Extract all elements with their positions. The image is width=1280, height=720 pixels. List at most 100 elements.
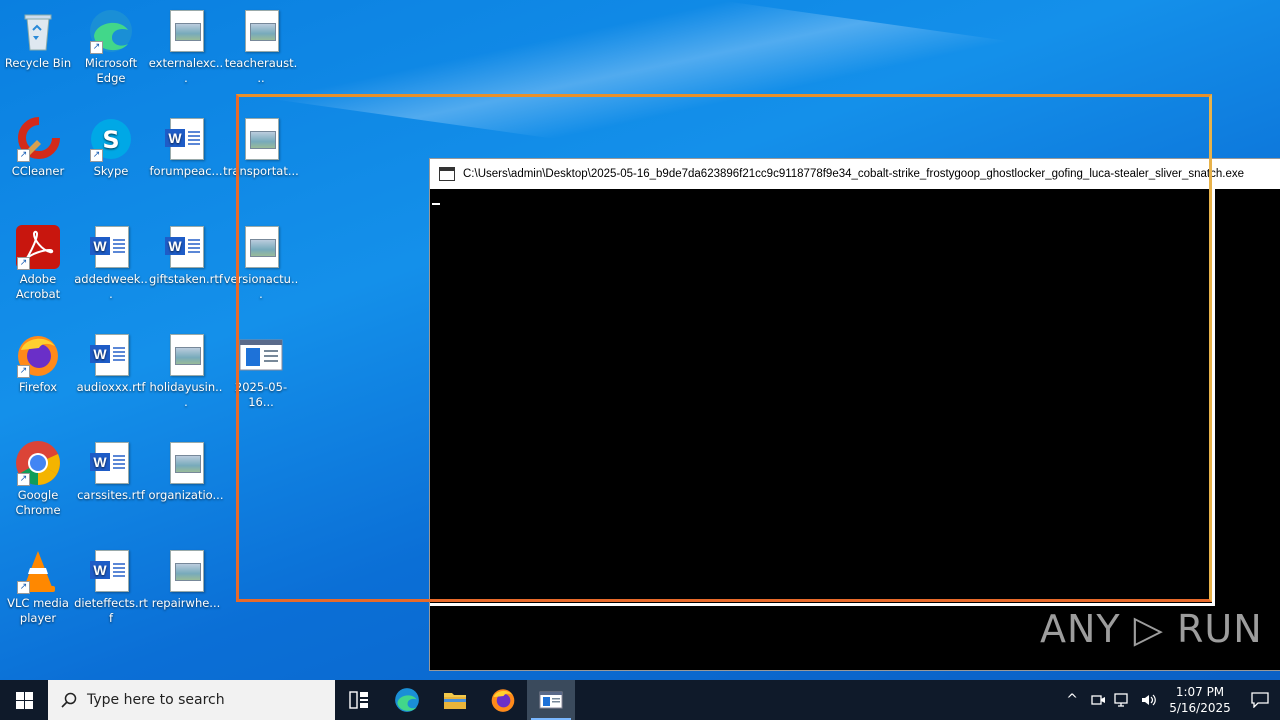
shortcut-arrow-icon: ↗	[90, 41, 103, 54]
start-button[interactable]	[0, 680, 48, 720]
image-doc-graphic	[163, 548, 209, 594]
image-file-icon[interactable]: transportat...	[223, 110, 299, 179]
console-inner-edge	[1212, 189, 1215, 606]
image-file-icon[interactable]: versionactu...	[223, 218, 299, 302]
icon-label: versionactu...	[223, 272, 299, 301]
shortcut-arrow-icon: ↗	[17, 581, 30, 594]
word-doc-graphic: W	[88, 332, 134, 378]
rtf-file-icon[interactable]: W addedweek...	[73, 218, 149, 302]
taskbar-firefox-button[interactable]	[479, 680, 527, 720]
shortcut-arrow-icon: ↗	[90, 149, 103, 162]
rtf-file-icon[interactable]: W giftstaken.rtf	[148, 218, 224, 287]
shortcut-arrow-icon: ↗	[17, 257, 30, 270]
word-doc-graphic: W	[88, 440, 134, 486]
task-view-icon	[349, 691, 368, 709]
taskbar-file-explorer-button[interactable]	[431, 680, 479, 720]
image-doc-graphic	[238, 8, 284, 54]
ccleaner-graphic: ↗	[15, 116, 61, 162]
recycle-bin-icon[interactable]: Recycle Bin	[0, 2, 76, 71]
icon-label: Recycle Bin	[4, 56, 72, 70]
rtf-file-icon[interactable]: W audioxxx.rtf	[73, 326, 149, 395]
image-doc-graphic	[163, 332, 209, 378]
skype-icon[interactable]: S ↗ Skype	[73, 110, 149, 179]
task-view-button[interactable]	[335, 680, 383, 720]
icon-label: forumpeac...	[149, 164, 223, 178]
image-file-icon[interactable]: teacheraust...	[223, 2, 299, 86]
taskbar-clock[interactable]: 1:07 PM 5/16/2025	[1168, 684, 1232, 716]
skype-graphic: S ↗	[88, 116, 134, 162]
meet-now-icon[interactable]	[1090, 692, 1106, 708]
anyrun-watermark: ANY ▷ RUN	[1040, 607, 1263, 651]
icon-label: CCleaner	[11, 164, 65, 178]
firefox-icon[interactable]: ↗ Firefox	[0, 326, 76, 395]
word-doc-graphic: W	[163, 116, 209, 162]
clock-date: 5/16/2025	[1169, 701, 1231, 715]
chrome-graphic: ↗	[15, 440, 61, 486]
console-app-icon	[439, 167, 455, 181]
search-icon	[61, 692, 77, 708]
shortcut-arrow-icon: ↗	[17, 365, 30, 378]
google-chrome-icon[interactable]: ↗ Google Chrome	[0, 434, 76, 518]
volume-icon[interactable]	[1140, 692, 1158, 708]
clock-time: 1:07 PM	[1175, 685, 1225, 699]
icon-label: teacheraust...	[224, 56, 298, 85]
adobe-acrobat-icon[interactable]: ↗ Adobe Acrobat	[0, 218, 76, 302]
folder-icon	[444, 693, 466, 709]
image-doc-graphic	[238, 224, 284, 270]
search-placeholder: Type here to search	[87, 692, 225, 708]
icon-label: Microsoft Edge	[84, 56, 138, 85]
vlc-icon[interactable]: ↗ VLC media player	[0, 542, 76, 626]
icon-label: VLC media player	[7, 596, 69, 625]
console-title-bar[interactable]: C:\Users\admin\Desktop\2025-05-16_b9de7d…	[430, 159, 1280, 189]
image-file-icon[interactable]: organizatio...	[148, 434, 224, 503]
exe-file-icon[interactable]: 2025-05-16...	[223, 326, 299, 410]
icon-label: carssites.rtf	[77, 488, 145, 502]
firefox-icon	[491, 689, 515, 712]
vlc-graphic: ↗	[15, 548, 61, 594]
icon-label: Adobe Acrobat	[15, 272, 61, 301]
rtf-file-icon[interactable]: W dieteffects.rtf	[73, 542, 149, 626]
action-center-button[interactable]	[1240, 680, 1280, 720]
console-cursor	[432, 203, 440, 205]
taskbar-search-box[interactable]: Type here to search	[48, 680, 335, 720]
icon-label: 2025-05-16...	[234, 380, 288, 409]
windows-logo-icon	[15, 691, 33, 709]
icon-label: Skype	[93, 164, 129, 178]
microsoft-edge-icon[interactable]: ↗ Microsoft Edge	[73, 2, 149, 86]
console-window[interactable]: C:\Users\admin\Desktop\2025-05-16_b9de7d…	[429, 158, 1280, 671]
icon-label: audioxxx.rtf	[76, 380, 146, 394]
system-tray: ^ 1:07 PM 5/16/2025	[1058, 680, 1280, 720]
icon-label: holidayusin...	[149, 380, 223, 409]
taskbar-edge-button[interactable]	[383, 680, 431, 720]
icon-label: organizatio...	[148, 488, 224, 502]
icon-label: Firefox	[18, 380, 58, 394]
acrobat-graphic: ↗	[15, 224, 61, 270]
taskbar: Type here to search ^ 1:07 PM 5/16/2025	[0, 680, 1280, 720]
icon-label: transportat...	[223, 164, 299, 178]
word-doc-graphic: W	[163, 224, 209, 270]
console-app-icon	[539, 691, 563, 709]
firefox-graphic: ↗	[15, 332, 61, 378]
icon-label: giftstaken.rtf	[149, 272, 223, 286]
icon-label: repairwhe...	[151, 596, 221, 610]
image-file-icon[interactable]: holidayusin...	[148, 326, 224, 410]
rtf-file-icon[interactable]: W forumpeac...	[148, 110, 224, 179]
word-doc-graphic: W	[88, 224, 134, 270]
icon-label: dieteffects.rtf	[74, 596, 148, 625]
icon-label: externalexc...	[148, 56, 224, 85]
image-file-icon[interactable]: externalexc...	[148, 2, 224, 86]
recycle-bin-graphic	[15, 8, 61, 54]
rtf-file-icon[interactable]: W carssites.rtf	[73, 434, 149, 503]
image-file-icon[interactable]: repairwhe...	[148, 542, 224, 611]
edge-graphic: ↗	[88, 8, 134, 54]
image-doc-graphic	[163, 440, 209, 486]
chevron-up-icon[interactable]: ^	[1066, 692, 1078, 708]
taskbar-console-button[interactable]	[527, 680, 575, 720]
network-icon[interactable]	[1114, 692, 1132, 708]
word-doc-graphic: W	[88, 548, 134, 594]
svg-text:S: S	[102, 126, 119, 154]
ccleaner-icon[interactable]: ↗ CCleaner	[0, 110, 76, 179]
shortcut-arrow-icon: ↗	[17, 473, 30, 486]
icon-label: Google Chrome	[15, 488, 61, 517]
exe-graphic	[238, 332, 284, 378]
